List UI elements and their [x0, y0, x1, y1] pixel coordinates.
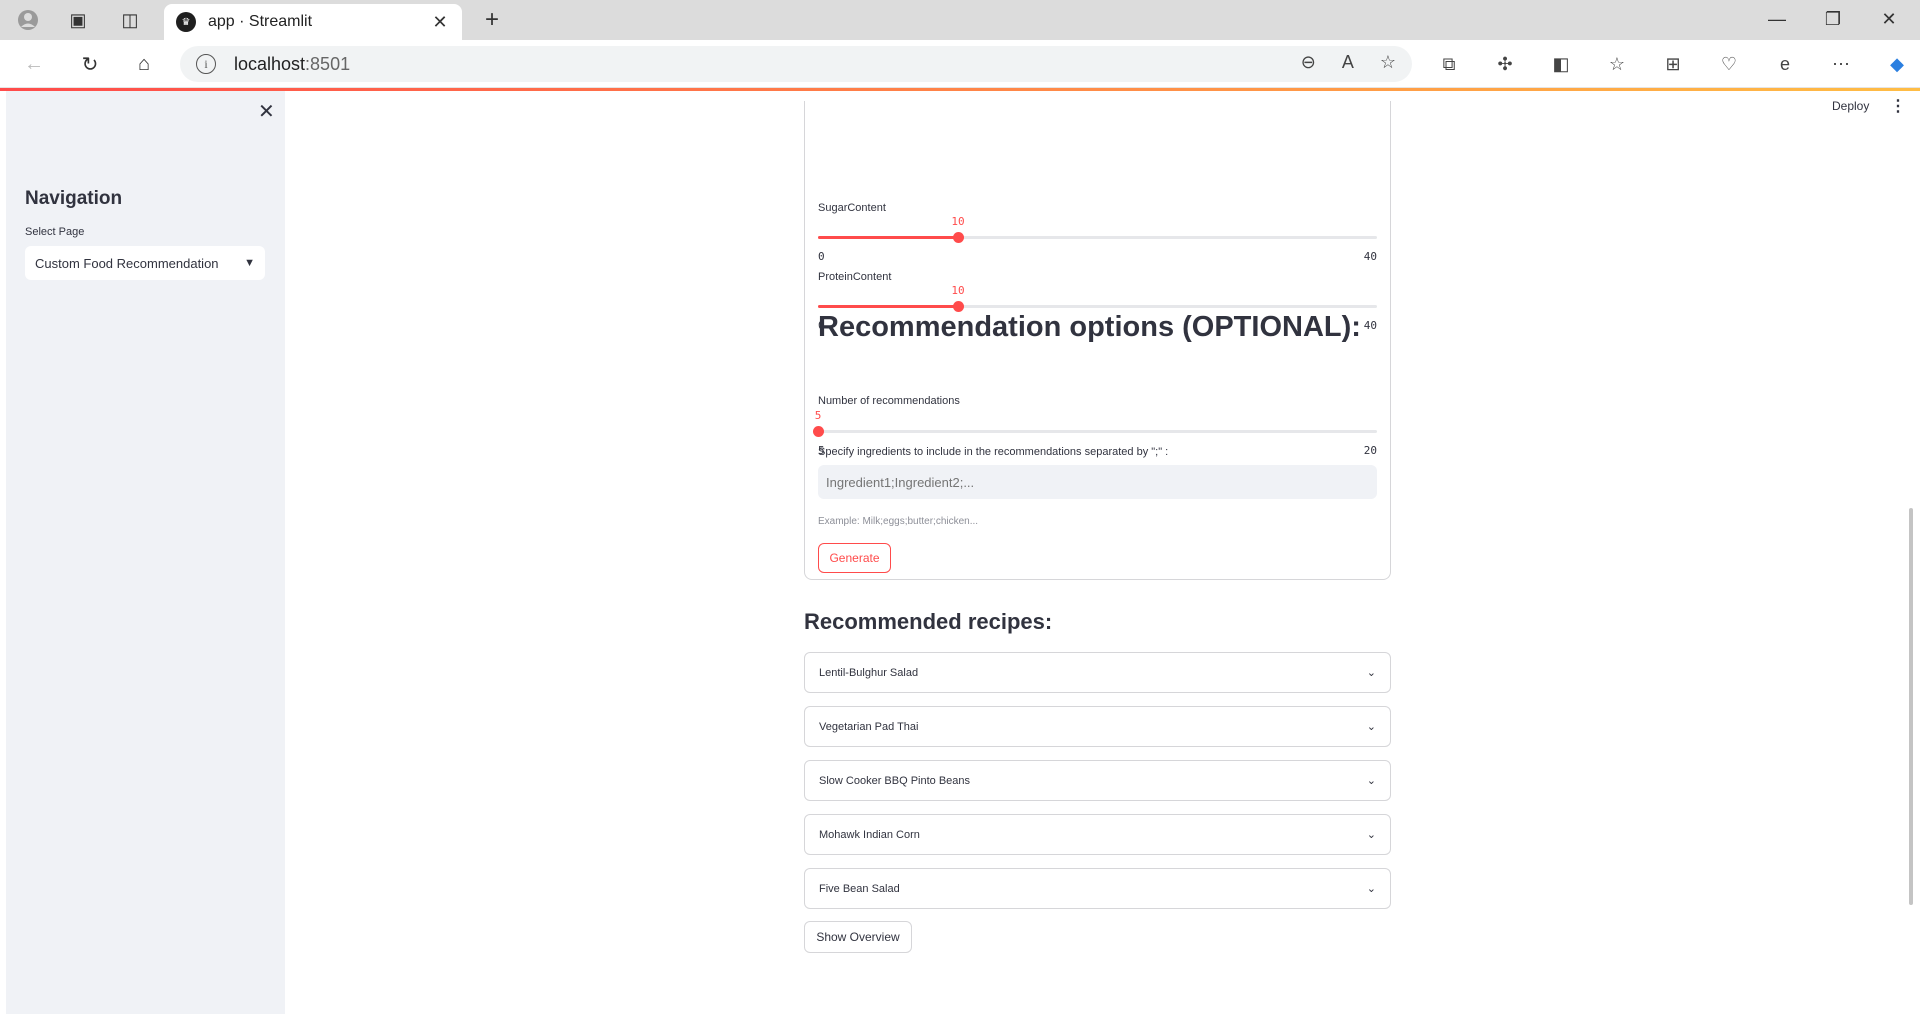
browser-tab[interactable]: ♛ app · Streamlit ✕: [164, 4, 462, 40]
site-info-icon[interactable]: i: [196, 54, 216, 74]
slider-max: 40: [1363, 319, 1377, 332]
url-host: localhost: [234, 53, 306, 74]
recipe-name: Five Bean Salad: [819, 882, 900, 895]
favorite-star-icon[interactable]: ☆: [1380, 52, 1396, 73]
slider-max: 40: [1363, 250, 1377, 263]
generate-button[interactable]: Generate: [818, 543, 891, 573]
chevron-down-icon: ⌄: [1366, 883, 1376, 895]
sugar-content-label: SugarContent: [818, 202, 886, 214]
recipe-name: Mohawk Indian Corn: [819, 828, 920, 841]
recipe-name: Slow Cooker BBQ Pinto Beans: [819, 774, 971, 787]
slider-fill: [818, 305, 958, 308]
slider-max: 20: [1363, 444, 1377, 457]
sidebar-close-icon[interactable]: ✕: [258, 99, 275, 124]
num-recommendations-label: Number of recommendations: [818, 395, 960, 407]
recipe-name: Vegetarian Pad Thai: [819, 720, 919, 733]
chevron-down-icon: ⌄: [1366, 667, 1376, 679]
show-overview-button[interactable]: Show Overview: [804, 921, 912, 953]
slider-thumb[interactable]: [813, 426, 824, 437]
ingredients-label: Specify ingredients to include in the re…: [818, 446, 1169, 458]
copilot-icon[interactable]: ◆: [1880, 50, 1914, 78]
collections-icon[interactable]: ⊞: [1656, 50, 1690, 78]
tab-title: app · Streamlit: [208, 13, 313, 30]
browser-toolbar: ← ↻ ⌂ i localhost :8501 ⊖ A ☆ ⧉ ✣ ◧ ☆ ⊞ …: [0, 40, 1920, 88]
main-menu-icon[interactable]: ⋮: [1890, 96, 1906, 116]
ingredients-input[interactable]: [818, 465, 1377, 499]
edge-bar-icon[interactable]: e: [1768, 50, 1802, 78]
zoom-out-icon[interactable]: ⊖: [1301, 52, 1316, 73]
recipe-expander[interactable]: Slow Cooker BBQ Pinto Beans ⌄: [804, 760, 1391, 801]
slider-value: 10: [951, 215, 965, 228]
restore-icon[interactable]: ❐: [1808, 4, 1858, 34]
sidebar-heading: Navigation: [25, 188, 123, 209]
options-heading: Recommendation options (OPTIONAL):: [818, 311, 1361, 343]
chevron-down-icon: ▼: [244, 257, 255, 269]
back-icon[interactable]: ←: [18, 50, 50, 78]
recipe-expander[interactable]: Five Bean Salad ⌄: [804, 868, 1391, 909]
profile-icon[interactable]: [12, 6, 44, 34]
home-icon[interactable]: ⌂: [128, 50, 160, 78]
more-menu-icon[interactable]: ⋯: [1824, 50, 1858, 78]
workspaces-icon[interactable]: ▣: [62, 6, 94, 34]
vertical-tabs-icon[interactable]: ◫: [114, 6, 146, 34]
extensions-icon[interactable]: ✣: [1488, 50, 1522, 78]
address-bar[interactable]: i localhost :8501 ⊖ A ☆: [180, 46, 1412, 82]
split-screen-icon[interactable]: ◧: [1544, 50, 1578, 78]
recommended-recipes-heading: Recommended recipes:: [804, 609, 1053, 634]
protein-content-label: ProteinContent: [818, 271, 892, 283]
chevron-down-icon: ⌄: [1366, 775, 1376, 787]
sidebar: ✕ Navigation Select Page Custom Food Rec…: [6, 91, 285, 1014]
recipe-name: Lentil-Bulghur Salad: [819, 666, 919, 679]
reload-icon[interactable]: ↻: [74, 50, 106, 78]
slider-thumb[interactable]: [953, 232, 964, 243]
browser-tab-strip: ▣ ◫ ♛ app · Streamlit ✕ + — ❐ ✕: [0, 0, 1920, 40]
deploy-button[interactable]: Deploy: [1832, 99, 1869, 113]
sugar-content-slider[interactable]: 10 0 40: [818, 215, 1377, 265]
chevron-down-icon: ⌄: [1366, 721, 1376, 733]
read-aloud-icon[interactable]: A: [1342, 52, 1354, 73]
minimize-icon[interactable]: —: [1752, 4, 1802, 34]
slider-fill: [818, 236, 958, 239]
slider-track: [818, 430, 1377, 433]
slider-value: 10: [951, 284, 965, 297]
window-close-icon[interactable]: ✕: [1864, 4, 1914, 34]
select-page-label: Select Page: [25, 226, 85, 238]
recipe-expander[interactable]: Lentil-Bulghur Salad ⌄: [804, 652, 1391, 693]
recipe-expander[interactable]: Vegetarian Pad Thai ⌄: [804, 706, 1391, 747]
url-port: :8501: [305, 53, 351, 74]
tab-close-icon[interactable]: ✕: [430, 12, 450, 33]
browser-essentials-icon[interactable]: ♡: [1712, 50, 1746, 78]
favorites-icon[interactable]: ☆: [1600, 50, 1634, 78]
ingredients-help-text: Example: Milk;eggs;butter;chicken...: [818, 516, 979, 527]
slider-min: 0: [818, 250, 825, 263]
slider-value: 5: [814, 409, 822, 422]
chevron-down-icon: ⌄: [1366, 829, 1376, 841]
new-tab-icon[interactable]: +: [478, 6, 506, 34]
app-view: ✕ Navigation Select Page Custom Food Rec…: [0, 91, 1920, 1020]
streamlit-favicon-icon: ♛: [176, 12, 196, 32]
recipe-expander[interactable]: Mohawk Indian Corn ⌄: [804, 814, 1391, 855]
page-select[interactable]: Custom Food Recommendation ▼: [25, 246, 265, 280]
collections-copy-icon[interactable]: ⧉: [1432, 50, 1466, 78]
page-select-value: Custom Food Recommendation: [35, 255, 219, 271]
scrollbar[interactable]: [1909, 508, 1913, 905]
